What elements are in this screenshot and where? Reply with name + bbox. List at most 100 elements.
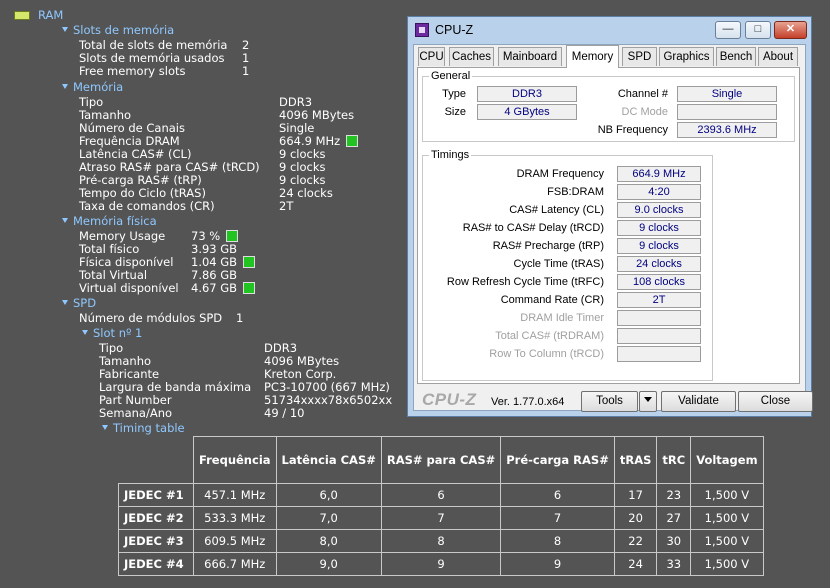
table-cell: 9 bbox=[380, 552, 502, 576]
table-cell: 8 bbox=[500, 529, 615, 553]
cpuz-footer: CPU-Z Ver. 1.77.0.x64 Tools Validate Clo… bbox=[414, 384, 813, 412]
spd-header[interactable]: SPD bbox=[62, 297, 96, 310]
cpuz-window: CPU-Z — □ ✕ CPU Caches Mainboard Memory SPD G… bbox=[407, 16, 813, 417]
table-row: JEDEC #1 457.1 MHz 6,0 6 6 17 23 1,500 V bbox=[118, 483, 764, 507]
timing-table-header[interactable]: Timing table bbox=[102, 422, 185, 435]
spd-header-label: SPD bbox=[73, 296, 97, 310]
tree-row-value-text: 664.9 MHz bbox=[279, 134, 341, 148]
slots-header[interactable]: Slots de memória bbox=[62, 24, 174, 37]
tree-row-value-text: Single bbox=[279, 121, 315, 135]
table-cell: 533.3 MHz bbox=[193, 506, 277, 530]
row-header: JEDEC #3 bbox=[118, 529, 194, 553]
timing-table-column-header: Voltagem bbox=[690, 436, 764, 484]
timing-value: 24 clocks bbox=[617, 256, 701, 272]
fisica-header-label: Memória física bbox=[73, 214, 157, 228]
status-indicator-icon bbox=[243, 282, 256, 294]
fisica-header[interactable]: Memória física bbox=[62, 215, 157, 228]
tree-row-value-text: 4.67 GB bbox=[191, 281, 238, 295]
tree-row-label: Taxa de comandos (CR) bbox=[79, 199, 215, 213]
ram-node[interactable]: RAM bbox=[14, 9, 63, 22]
timing-label: RAS# to CAS# Delay (tRCD) bbox=[462, 222, 604, 234]
timing-value: 9 clocks bbox=[617, 220, 701, 236]
table-cell: 24 bbox=[613, 552, 658, 576]
table-cell: 6 bbox=[500, 483, 615, 507]
close-button[interactable]: Close bbox=[738, 391, 813, 412]
tree-row-value-text: 9 clocks bbox=[279, 147, 326, 161]
validate-button[interactable]: Validate bbox=[661, 391, 736, 412]
table-cell: 9,0 bbox=[275, 552, 382, 576]
tree-row-value-text: 1 bbox=[242, 51, 250, 65]
tab-about[interactable]: About bbox=[758, 47, 798, 66]
memory-panel: General Type DDR3 Size 4 GBytes Channel … bbox=[417, 67, 800, 384]
timing-label: FSB:DRAM bbox=[547, 186, 604, 198]
tab-cpu[interactable]: CPU bbox=[418, 47, 445, 66]
tools-button[interactable]: Tools bbox=[581, 391, 638, 412]
row-header: JEDEC #2 bbox=[118, 506, 194, 530]
window-title: CPU-Z bbox=[435, 23, 474, 37]
minimize-button[interactable]: — bbox=[715, 21, 741, 39]
collapse-triangle-icon bbox=[82, 330, 88, 335]
table-cell: 22 bbox=[613, 529, 658, 553]
table-row: JEDEC #2 533.3 MHz 7,0 7 7 20 27 1,500 V bbox=[118, 506, 764, 530]
channel-value: Single bbox=[677, 86, 777, 102]
table-cell: 457.1 MHz bbox=[193, 483, 277, 507]
timing-value: 9.0 clocks bbox=[617, 202, 701, 218]
general-group-label: General bbox=[429, 69, 473, 83]
timing-value: 664.9 MHz bbox=[617, 166, 701, 182]
tree-row-value-text: PC3-10700 (667 MHz) bbox=[264, 380, 390, 394]
table-cell: 1,500 V bbox=[690, 506, 764, 530]
tree-row-value-text: 51734xxxx78x6502xx bbox=[264, 393, 393, 407]
table-cell: 666.7 MHz bbox=[193, 552, 277, 576]
tree-row-value: 4.67 GB bbox=[191, 281, 256, 295]
timing-label: Cycle Time (tRAS) bbox=[513, 258, 604, 270]
tree-row-value-text: 3.93 GB bbox=[191, 242, 238, 256]
table-cell: 8 bbox=[380, 529, 502, 553]
table-cell: 1,500 V bbox=[690, 483, 764, 507]
channel-label: Channel # bbox=[617, 88, 668, 100]
tab-graphics[interactable]: Graphics bbox=[659, 47, 714, 66]
table-cell: 1,500 V bbox=[690, 552, 764, 576]
slot-header[interactable]: Slot nº 1 bbox=[82, 327, 142, 340]
timing-label: Total CAS# (tRDRAM) bbox=[495, 330, 604, 342]
tab-bench[interactable]: Bench bbox=[716, 47, 756, 66]
memoria-header-label: Memória bbox=[73, 80, 124, 94]
memoria-header[interactable]: Memória bbox=[62, 81, 123, 94]
timing-table-header-label: Timing table bbox=[113, 421, 185, 435]
tree-row-value-text: 4096 MBytes bbox=[279, 108, 355, 122]
table-row: JEDEC #4 666.7 MHz 9,0 9 9 24 33 1,500 V bbox=[118, 552, 764, 576]
table-cell: 7 bbox=[500, 506, 615, 530]
timing-table-column-header: Pré-carga RAS# bbox=[500, 436, 615, 484]
status-indicator-icon bbox=[226, 230, 239, 242]
collapse-triangle-icon bbox=[62, 27, 68, 32]
row-header: JEDEC #4 bbox=[118, 552, 194, 576]
tree-row-value-text: 73 % bbox=[191, 229, 221, 243]
type-value: DDR3 bbox=[477, 86, 577, 102]
cpuz-app-icon bbox=[415, 23, 429, 37]
tree-row-value-text: 49 / 10 bbox=[264, 406, 305, 420]
timing-label: RAS# Precharge (tRP) bbox=[492, 240, 604, 252]
timing-value bbox=[617, 346, 701, 362]
table-cell: 6 bbox=[380, 483, 502, 507]
title-bar[interactable]: CPU-Z — □ ✕ bbox=[408, 17, 811, 44]
tab-memory[interactable]: Memory bbox=[566, 45, 619, 68]
tree-row-value: 49 / 10 bbox=[264, 407, 304, 420]
maximize-button[interactable]: □ bbox=[745, 21, 771, 39]
table-cell: 30 bbox=[656, 529, 692, 553]
tree-row-value-text: 24 clocks bbox=[279, 186, 333, 200]
timing-label: Row Refresh Cycle Time (tRFC) bbox=[446, 276, 604, 288]
timing-value: 108 clocks bbox=[617, 274, 701, 290]
nb-frequency-label: NB Frequency bbox=[597, 124, 668, 136]
close-window-button[interactable]: ✕ bbox=[774, 21, 807, 39]
tools-dropdown-button[interactable] bbox=[639, 391, 657, 412]
status-indicator-icon bbox=[346, 135, 359, 147]
tree-row-value-text: Kreton Corp. bbox=[264, 367, 337, 381]
timing-label: DRAM Frequency bbox=[516, 168, 604, 180]
tab-spd[interactable]: SPD bbox=[622, 47, 657, 66]
timing-table-column-header: tRC bbox=[656, 436, 692, 484]
cpuz-logo: CPU-Z bbox=[422, 390, 477, 409]
tree-row-value-text: 2T bbox=[279, 199, 294, 213]
dcmode-value bbox=[677, 104, 777, 120]
tab-mainboard[interactable]: Mainboard bbox=[498, 47, 562, 66]
tab-caches[interactable]: Caches bbox=[449, 47, 494, 66]
timings-group: Timings DRAM Frequency 664.9 MHz FSB:DRAM 4… bbox=[422, 148, 713, 381]
